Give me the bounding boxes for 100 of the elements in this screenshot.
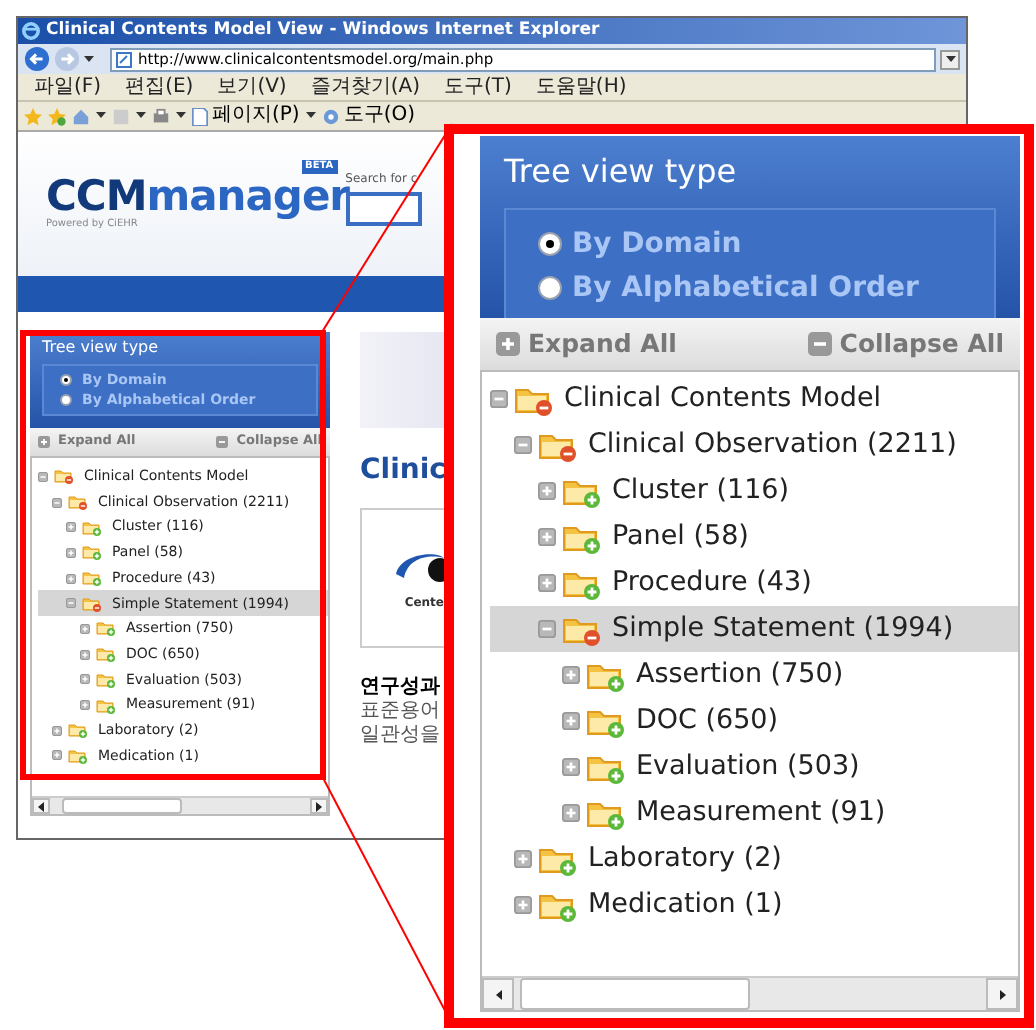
- folder-icon: [54, 468, 74, 485]
- tree-item[interactable]: Panel (58): [490, 514, 1018, 560]
- minus-box-icon[interactable]: [538, 620, 556, 638]
- minus-box-icon[interactable]: [52, 497, 62, 508]
- gear-icon: [321, 107, 340, 125]
- plus-box-icon[interactable]: [66, 573, 76, 584]
- radio-button[interactable]: [538, 232, 562, 256]
- tree-item[interactable]: Clinical Observation (2211): [490, 422, 1018, 468]
- plus-box-icon[interactable]: [538, 482, 556, 500]
- page-icon: [116, 51, 132, 67]
- scroll-right-button[interactable]: [310, 798, 328, 814]
- panel-title: Tree view type: [504, 150, 739, 194]
- folder-icon: [514, 383, 554, 415]
- radio-button[interactable]: [60, 394, 72, 406]
- scroll-left-button[interactable]: [32, 798, 50, 814]
- folder-icon: [96, 671, 116, 688]
- plus-box-icon[interactable]: [52, 725, 62, 736]
- tree-item-label: Simple Statement (1994): [612, 610, 954, 649]
- tree-item-label: Assertion (750): [636, 656, 844, 695]
- plus-box-icon[interactable]: [538, 528, 556, 546]
- radio-button[interactable]: [538, 276, 562, 300]
- tree-item-label: Medication (1): [588, 886, 783, 925]
- horizontal-scrollbar[interactable]: [482, 976, 1018, 1010]
- plus-box-icon[interactable]: [538, 574, 556, 592]
- plus-box-icon[interactable]: [562, 758, 580, 776]
- minus-box-icon[interactable]: [514, 436, 532, 454]
- scroll-left-button[interactable]: [482, 978, 514, 1010]
- plus-box-icon[interactable]: [52, 750, 62, 761]
- minus-box-icon[interactable]: [66, 598, 76, 609]
- tree-item[interactable]: Procedure (43): [490, 560, 1018, 606]
- tree-item[interactable]: Assertion (750): [490, 652, 1018, 698]
- collapse-all-button[interactable]: Collapse All: [807, 325, 1004, 363]
- menu-item[interactable]: 도움말(H): [535, 77, 627, 97]
- tree-item[interactable]: DOC (650): [490, 698, 1018, 744]
- window-title: Clinical Contents Model View - Windows Internet Explorer: [46, 22, 600, 40]
- plus-box-icon[interactable]: [514, 850, 532, 868]
- menu-item[interactable]: 도구(T): [444, 77, 512, 97]
- folder-icon: [68, 747, 88, 764]
- minus-box-icon: [807, 332, 832, 356]
- tree-item[interactable]: Measurement (91): [490, 790, 1018, 836]
- scrollbar-thumb[interactable]: [520, 978, 750, 1010]
- minus-box-icon[interactable]: [490, 390, 508, 408]
- tree-item-label: Laboratory (2): [588, 840, 782, 879]
- scroll-right-button[interactable]: [986, 978, 1018, 1010]
- tree-item-label: Evaluation (503): [636, 748, 860, 787]
- tree-item-label: Clinical Contents Model: [564, 380, 882, 419]
- dropdown-caret-icon[interactable]: [96, 112, 106, 120]
- plus-box-icon[interactable]: [562, 712, 580, 730]
- tree-item-label: Cluster (116): [612, 472, 790, 511]
- expand-all-button[interactable]: Expand All: [496, 325, 677, 363]
- tree-item[interactable]: Medication (1): [490, 882, 1018, 928]
- browser-logo-icon: [22, 22, 40, 40]
- left-arrow-icon: [36, 801, 46, 811]
- star-icon[interactable]: [24, 107, 42, 125]
- tree-item[interactable]: Simple Statement (1994): [490, 606, 1018, 652]
- left-arrow-icon: [493, 989, 503, 999]
- page-icon: [192, 107, 208, 125]
- plus-box-icon[interactable]: [66, 547, 76, 558]
- menu-item[interactable]: 파일(F): [34, 77, 102, 97]
- dropdown-caret-icon[interactable]: [84, 55, 94, 63]
- folder-icon: [68, 494, 88, 511]
- news-text: 표준용어: [360, 700, 442, 724]
- dropdown-caret-icon[interactable]: [136, 112, 146, 120]
- menu-item[interactable]: 편집(E): [125, 77, 194, 97]
- folder-icon: [538, 889, 578, 921]
- tree-item[interactable]: Evaluation (503): [490, 744, 1018, 790]
- plus-box-icon[interactable]: [80, 674, 90, 685]
- home-icon[interactable]: [72, 107, 90, 125]
- horizontal-scrollbar[interactable]: [32, 796, 328, 814]
- plus-box-icon[interactable]: [562, 666, 580, 684]
- tree-item-label: Panel (58): [612, 518, 749, 557]
- plus-box-icon[interactable]: [66, 522, 76, 533]
- radio-button[interactable]: [60, 374, 72, 386]
- back-button[interactable]: [24, 46, 50, 72]
- plus-box-icon[interactable]: [562, 804, 580, 822]
- folder-icon: [96, 646, 116, 663]
- right-arrow-icon: [997, 989, 1007, 999]
- plus-box-icon[interactable]: [80, 649, 90, 660]
- page-menu-button[interactable]: 페이지(P): [192, 106, 300, 126]
- plus-box-icon[interactable]: [80, 623, 90, 634]
- menu-item[interactable]: 즐겨찾기(A): [310, 77, 420, 97]
- minus-box-icon: [216, 436, 229, 448]
- plus-box-icon[interactable]: [514, 896, 532, 914]
- tree-item[interactable]: Laboratory (2): [490, 836, 1018, 882]
- dropdown-caret-icon[interactable]: [176, 112, 186, 120]
- dropdown-caret-icon[interactable]: [305, 112, 316, 120]
- add-favorite-icon[interactable]: [48, 107, 66, 125]
- scrollbar-thumb[interactable]: [62, 798, 182, 814]
- tools-menu-button[interactable]: 도구(O): [321, 106, 416, 126]
- plus-box-icon[interactable]: [80, 700, 90, 711]
- panel-title: Tree view type: [42, 338, 161, 358]
- folder-icon: [82, 570, 102, 587]
- menu-item[interactable]: 보기(V): [217, 77, 287, 97]
- printer-icon[interactable]: [152, 107, 170, 125]
- dropdown-caret-icon[interactable]: [945, 55, 955, 63]
- folder-icon: [586, 751, 626, 783]
- tree-item[interactable]: Clinical Contents Model: [490, 376, 1018, 422]
- tree-item[interactable]: Cluster (116): [490, 468, 1018, 514]
- address-dropdown-button[interactable]: [940, 49, 960, 69]
- minus-box-icon[interactable]: [38, 471, 48, 482]
